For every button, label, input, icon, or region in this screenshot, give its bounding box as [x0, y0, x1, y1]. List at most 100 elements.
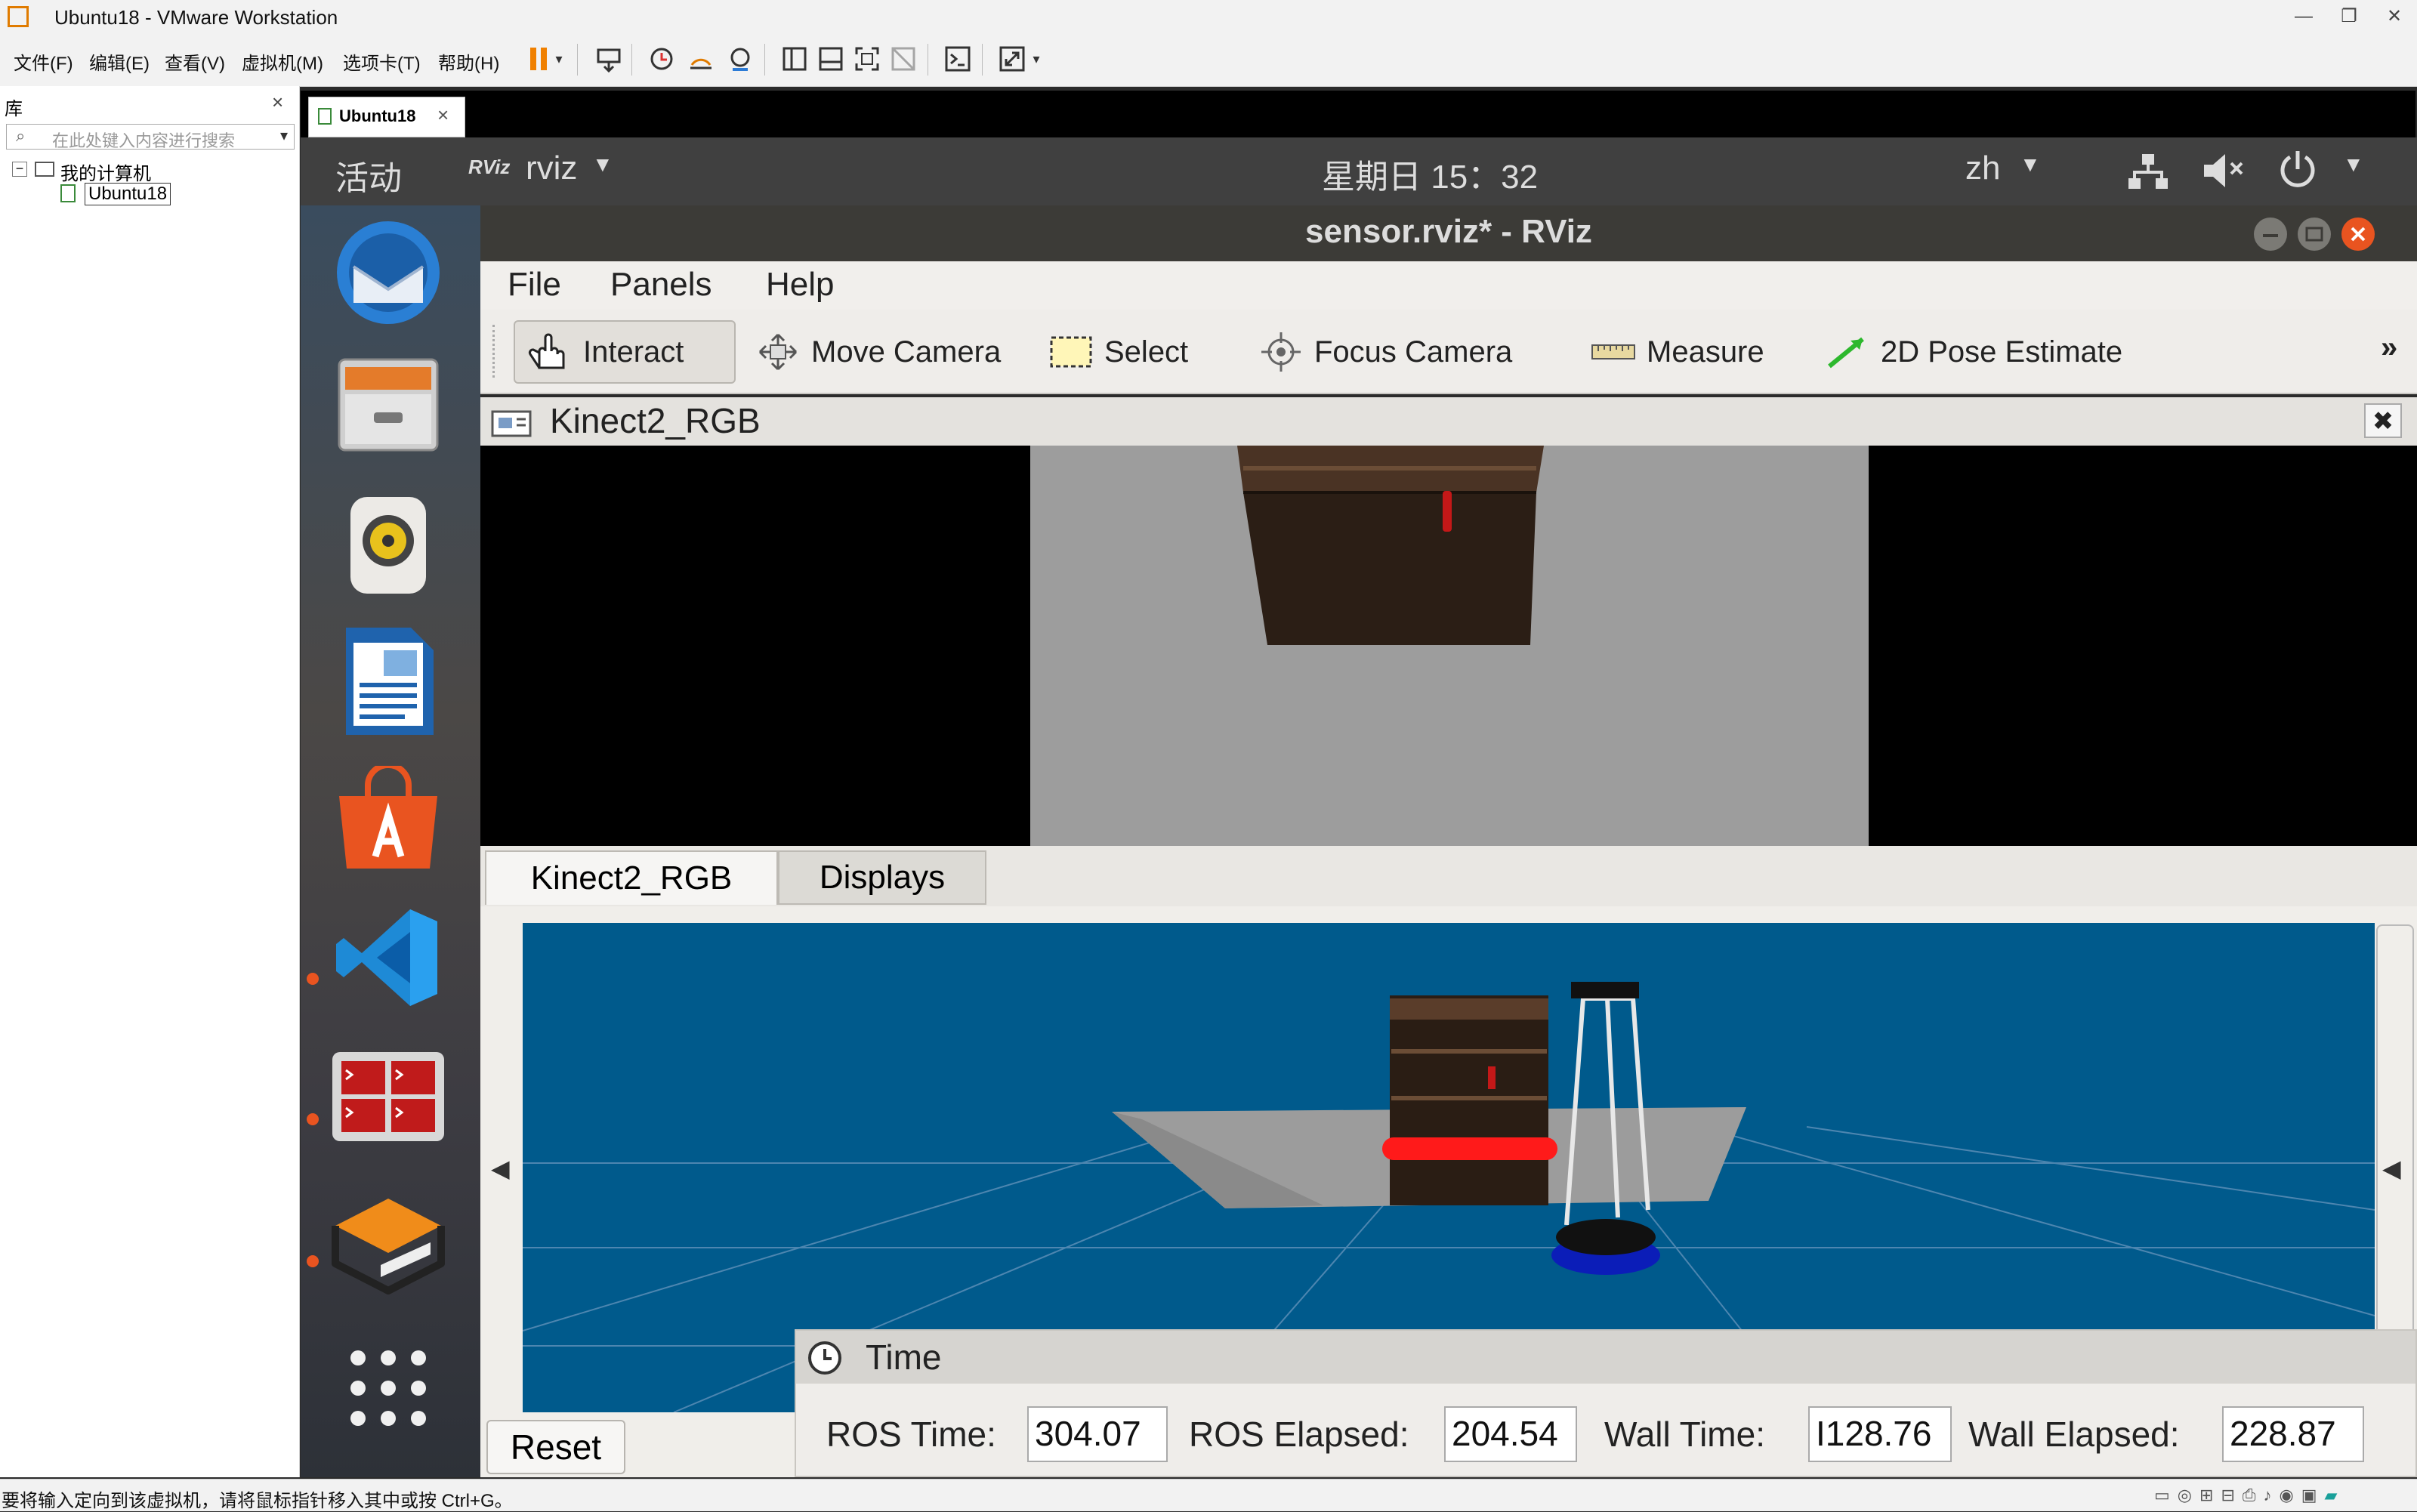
clock-icon: [807, 1340, 843, 1384]
snapshot-manager-icon[interactable]: [724, 42, 757, 76]
menu-file[interactable]: 文件(F): [14, 48, 73, 75]
power-icon[interactable]: [2278, 150, 2317, 197]
collapse-left-icon[interactable]: ◀: [491, 1154, 510, 1183]
activities-button[interactable]: 活动: [335, 151, 402, 199]
tool-focus-camera[interactable]: Focus Camera: [1248, 320, 1523, 384]
menu-panels[interactable]: Panels: [610, 266, 712, 304]
display-icon[interactable]: ▣: [2301, 1486, 2317, 1505]
hand-icon: [528, 333, 565, 369]
chevron-down-icon[interactable]: ▼: [2343, 153, 2364, 177]
wall-elapsed-field[interactable]: 228.87: [2222, 1406, 2364, 1462]
camera-icon[interactable]: ◉: [2279, 1486, 2293, 1505]
right-splitter[interactable]: [2376, 924, 2414, 1347]
input-method[interactable]: zh: [1965, 150, 2000, 187]
show-library-icon[interactable]: [778, 42, 811, 76]
vmware-titlebar: Ubuntu18 - VMware Workstation — ❐ ✕: [0, 0, 2417, 33]
close-icon[interactable]: ✖: [2364, 403, 2402, 438]
close-icon[interactable]: [2338, 214, 2378, 262]
sound-icon[interactable]: ♪: [2263, 1486, 2271, 1505]
close-icon[interactable]: ✕: [2372, 3, 2417, 30]
thumbnail-bar-icon[interactable]: [814, 42, 847, 76]
reset-button[interactable]: Reset: [486, 1420, 625, 1474]
revert-snapshot-icon[interactable]: [684, 42, 718, 76]
send-ctrl-alt-del-icon[interactable]: [592, 42, 625, 76]
menu-tabs[interactable]: 选项卡(T): [343, 48, 421, 75]
menu-help[interactable]: 帮助(H): [438, 48, 499, 75]
message-icon[interactable]: ▰: [2324, 1486, 2337, 1505]
show-apps-icon[interactable]: [328, 1328, 449, 1449]
tool-move-camera[interactable]: Move Camera: [745, 320, 1011, 384]
menu-help[interactable]: Help: [766, 266, 835, 304]
minimize-icon[interactable]: [2251, 214, 2290, 262]
files-icon[interactable]: [328, 344, 449, 465]
menu-edit[interactable]: 编辑(E): [89, 48, 150, 75]
tool-measure[interactable]: Measure: [1580, 320, 1775, 384]
minimize-icon[interactable]: —: [2281, 3, 2326, 30]
vmware-window-title: Ubuntu18 - VMware Workstation: [54, 6, 338, 29]
tab-kinect2-rgb[interactable]: Kinect2_RGB: [485, 850, 778, 905]
ros-elapsed-field[interactable]: 204.54: [1444, 1406, 1577, 1462]
wall-time-field[interactable]: I128.76: [1808, 1406, 1952, 1462]
tab-ubuntu18[interactable]: Ubuntu18 ×: [308, 97, 465, 137]
image-panel-header: Kinect2_RGB ✖: [480, 397, 2417, 446]
rhythmbox-icon[interactable]: [328, 485, 449, 606]
console-view-icon[interactable]: [941, 42, 974, 76]
tool-interact-label: Interact: [583, 335, 684, 369]
chevron-down-icon[interactable]: ▾: [1027, 42, 1045, 76]
ubuntu-dock: [301, 205, 480, 1477]
search-icon: ⌕: [16, 126, 26, 145]
snapshot-icon[interactable]: [645, 42, 678, 76]
collapse-right-icon[interactable]: ◀: [2382, 1154, 2401, 1183]
vmware-statusbar: 要将输入定向到该虚拟机，请将鼠标指针移入其中或按 Ctrl+G。 ▭ ◎ ⊞ ⊟…: [0, 1479, 2417, 1511]
tree-item-ubuntu18[interactable]: Ubuntu18: [85, 183, 171, 205]
thunderbird-icon[interactable]: [328, 210, 449, 331]
library-search-input[interactable]: ⌕ 在此处键入内容进行搜索 ▾: [6, 124, 295, 150]
menu-vm[interactable]: 虚拟机(M): [242, 48, 323, 75]
focus-camera-icon: [1261, 332, 1301, 372]
tree-item-my-computer[interactable]: 我的计算机: [60, 159, 151, 185]
chevron-down-icon[interactable]: ▾: [280, 126, 288, 145]
tool-interact[interactable]: Interact: [514, 320, 736, 384]
ros-time-field[interactable]: 304.07: [1027, 1406, 1168, 1462]
cd-icon[interactable]: ◎: [2178, 1486, 2192, 1505]
tab-displays[interactable]: Displays: [778, 850, 986, 905]
clock[interactable]: 星期日 15：32: [1322, 150, 1538, 198]
tool-2d-pose-estimate[interactable]: 2D Pose Estimate: [1814, 320, 2133, 384]
close-icon[interactable]: ×: [272, 91, 283, 114]
collapse-icon[interactable]: −: [12, 162, 27, 177]
hard-disk-icon[interactable]: ▭: [2154, 1486, 2170, 1505]
chevron-down-icon[interactable]: ▼: [592, 153, 613, 177]
unity-mode-icon[interactable]: [887, 42, 920, 76]
tool-select[interactable]: Select: [1038, 320, 1199, 384]
chevron-down-icon[interactable]: ▼: [2020, 153, 2041, 177]
menu-file[interactable]: File: [508, 266, 561, 304]
libreoffice-writer-icon[interactable]: [328, 621, 449, 742]
menu-view[interactable]: 查看(V): [165, 48, 225, 75]
network-icon[interactable]: [2127, 153, 2169, 200]
restore-icon[interactable]: ❐: [2326, 3, 2372, 30]
printer-icon[interactable]: ⎙: [2243, 1486, 2256, 1505]
pose-arrow-icon: [1828, 337, 1864, 369]
library-title: 库: [5, 99, 23, 119]
vscode-icon[interactable]: [328, 897, 449, 1018]
chevron-down-icon[interactable]: ▾: [550, 42, 568, 76]
sublime-merge-icon[interactable]: [328, 1180, 449, 1301]
wall-time-label: Wall Time:: [1604, 1415, 1765, 1454]
app-menu-label[interactable]: rviz: [526, 150, 577, 187]
running-indicator: [307, 1255, 319, 1267]
vm-tab-bar: [301, 91, 2415, 137]
library-search-placeholder: 在此处键入内容进行搜索: [52, 131, 236, 150]
usb-icon[interactable]: ⊟: [2221, 1486, 2234, 1505]
maximize-icon[interactable]: [2295, 214, 2334, 262]
stretch-guest-icon[interactable]: [996, 42, 1029, 76]
software-center-icon[interactable]: [328, 758, 449, 879]
close-icon[interactable]: ×: [437, 103, 449, 127]
network-adapter-icon[interactable]: ⊞: [2199, 1486, 2213, 1505]
ros-time-label: ROS Time:: [826, 1415, 996, 1454]
terminator-icon[interactable]: [328, 1036, 449, 1157]
full-screen-icon[interactable]: [850, 42, 884, 76]
toolbar-overflow-button[interactable]: »: [2381, 331, 2397, 365]
volume-muted-icon[interactable]: [2201, 151, 2246, 199]
tool-focus-camera-label: Focus Camera: [1314, 335, 1513, 369]
tool-2d-pose-estimate-label: 2D Pose Estimate: [1881, 335, 2123, 369]
